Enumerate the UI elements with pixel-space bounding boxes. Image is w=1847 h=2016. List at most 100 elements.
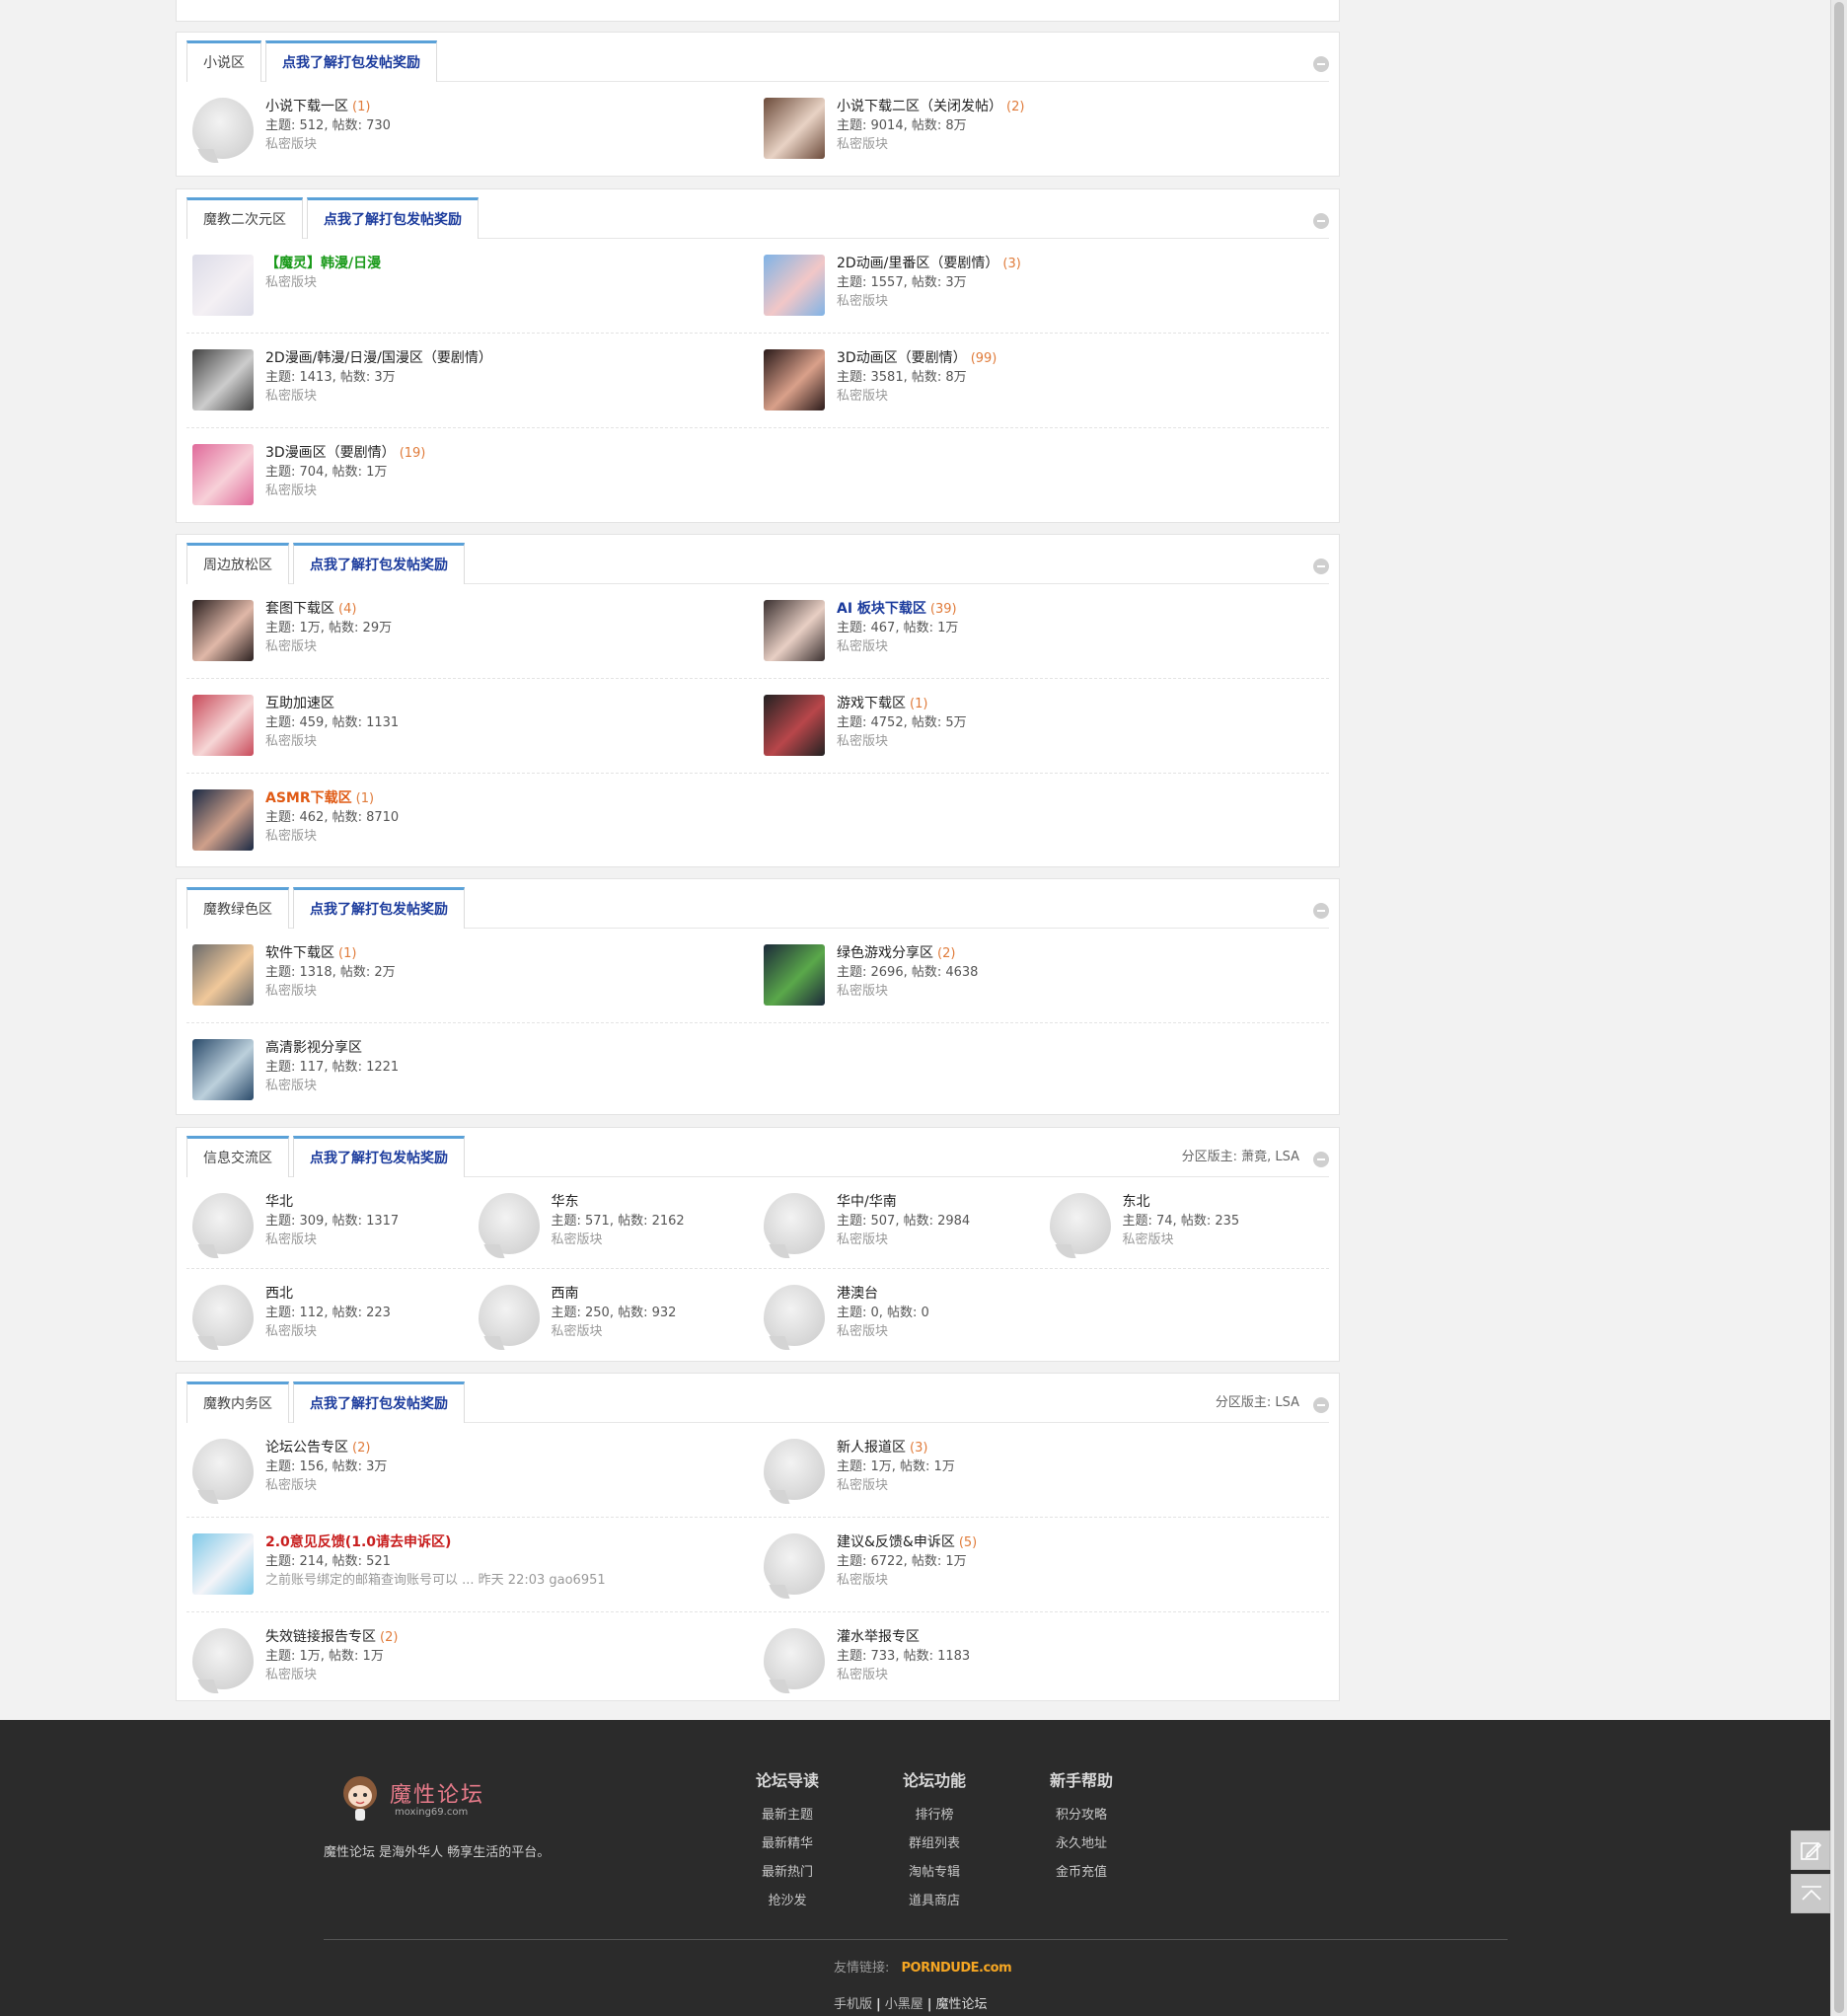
forum-avatar-icon[interactable] [192,695,254,756]
chat-bubble-icon[interactable] [192,1628,254,1689]
forum-name-text[interactable]: 2D动画/里番区（要剧情） [837,256,998,271]
forum-name[interactable]: 2.0意见反馈(1.0请去申诉区) [265,1533,606,1552]
promo-tab[interactable]: 点我了解打包发帖奖励 [293,543,465,584]
forum-name-text[interactable]: 小说下载一区 [265,99,348,114]
footer-link[interactable]: 群组列表 [880,1829,989,1858]
forum-name-text[interactable]: 3D漫画区（要剧情） [265,445,396,461]
forum-name-text[interactable]: 小说下载二区（关闭发帖） [837,99,1002,114]
chat-bubble-icon[interactable] [478,1193,540,1254]
forum-name-text[interactable]: 绿色游戏分享区 [837,945,933,961]
forum-avatar-icon[interactable] [192,789,254,851]
footer-link[interactable]: 道具商店 [880,1887,989,1915]
forum-avatar-icon[interactable] [764,349,825,411]
forum-name[interactable]: ASMR下载区 (1) [265,789,399,808]
collapse-minus-icon[interactable] [1313,1397,1329,1413]
forum-name-text[interactable]: 高清影视分享区 [265,1040,362,1056]
forum-avatar-icon[interactable] [764,98,825,159]
chat-bubble-icon[interactable] [764,1193,825,1254]
forum-name[interactable]: 建议&反馈&申诉区 (5) [837,1533,977,1552]
forum-name[interactable]: 游戏下载区 (1) [837,695,967,713]
forum-private-label[interactable]: 之前账号绑定的邮箱查询账号可以 ... 昨天 22:03 gao6951 [265,1571,606,1590]
forum-name[interactable]: 失效链接报告专区 (2) [265,1628,398,1647]
forum-name[interactable]: 东北 [1123,1193,1240,1212]
forum-name[interactable]: 软件下载区 (1) [265,944,396,963]
section-tab-title[interactable]: 周边放松区 [186,543,289,584]
forum-name-text[interactable]: 软件下载区 [265,945,334,961]
promo-tab[interactable]: 点我了解打包发帖奖励 [293,1136,465,1177]
forum-name[interactable]: 华东 [552,1193,685,1212]
section-tab-title[interactable]: 信息交流区 [186,1136,289,1177]
footer-link[interactable]: 最新主题 [733,1801,842,1829]
forum-name-text[interactable]: AI 板块下载区 [837,601,926,617]
collapse-minus-icon[interactable] [1313,56,1329,72]
section-tab-title[interactable]: 魔教二次元区 [186,197,303,239]
forum-name[interactable]: 港澳台 [837,1285,929,1304]
forum-name[interactable]: 2D漫画/韩漫/日漫/国漫区（要剧情） [265,349,492,368]
edit-post-button[interactable] [1791,1830,1830,1870]
chat-bubble-icon[interactable] [764,1439,825,1500]
forum-avatar-icon[interactable] [764,600,825,661]
collapse-minus-icon[interactable] [1313,559,1329,574]
forum-name[interactable]: 3D漫画区（要剧情） (19) [265,444,425,463]
forum-name-text[interactable]: 2D漫画/韩漫/日漫/国漫区（要剧情） [265,350,492,366]
forum-name-text[interactable]: 套图下载区 [265,601,334,617]
forum-name[interactable]: 小说下载一区 (1) [265,98,391,116]
forum-name[interactable]: 华北 [265,1193,399,1212]
forum-avatar-icon[interactable] [764,944,825,1006]
promo-tab[interactable]: 点我了解打包发帖奖励 [307,197,479,239]
footer-link[interactable]: 抢沙发 [733,1887,842,1915]
forum-name-text[interactable]: 东北 [1123,1194,1150,1210]
forum-avatar-icon[interactable] [192,349,254,411]
forum-name[interactable]: 【魔灵】韩漫/日漫 [265,255,381,273]
forum-name-text[interactable]: 游戏下载区 [837,696,906,711]
forum-name[interactable]: 华中/华南 [837,1193,970,1212]
forum-name-text[interactable]: 华中/华南 [837,1194,897,1210]
section-tab-title[interactable]: 魔教绿色区 [186,887,289,929]
chat-bubble-icon[interactable] [764,1533,825,1595]
mascot-logo-icon[interactable] [335,1771,385,1825]
collapse-minus-icon[interactable] [1313,1152,1329,1167]
footer-link[interactable]: 最新热门 [733,1858,842,1887]
forum-name[interactable]: 小说下载二区（关闭发帖） (2) [837,98,1024,116]
forum-name[interactable]: 西南 [552,1285,677,1304]
forum-avatar-icon[interactable] [192,255,254,316]
forum-name[interactable]: 绿色游戏分享区 (2) [837,944,978,963]
forum-name-text[interactable]: 论坛公告专区 [265,1440,348,1456]
footer-link[interactable]: 金币充值 [1027,1858,1136,1887]
forum-name-text[interactable]: 2.0意见反馈(1.0请去申诉区) [265,1534,451,1550]
forum-avatar-icon[interactable] [192,600,254,661]
back-to-top-button[interactable] [1791,1874,1830,1913]
forum-name[interactable]: 高清影视分享区 [265,1039,399,1058]
promo-tab[interactable]: 点我了解打包发帖奖励 [265,40,437,82]
forum-name[interactable]: 3D动画区（要剧情） (99) [837,349,997,368]
footer-link[interactable]: 最新精华 [733,1829,842,1858]
vertical-scrollbar[interactable] [1830,0,1847,2016]
scrollbar-thumb[interactable] [1834,2,1844,2013]
forum-name-text[interactable]: 灌水举报专区 [837,1629,920,1645]
blackroom-link[interactable]: 小黑屋 [885,1997,924,2012]
section-tab-title[interactable]: 小说区 [186,40,261,82]
forum-name[interactable]: AI 板块下载区 (39) [837,600,958,619]
forum-name-text[interactable]: 建议&反馈&申诉区 [837,1534,955,1550]
promo-tab[interactable]: 点我了解打包发帖奖励 [293,887,465,929]
footer-link[interactable]: 淘帖专辑 [880,1858,989,1887]
forum-name-text[interactable]: 西南 [552,1286,579,1302]
forum-avatar-icon[interactable] [192,1533,254,1595]
chat-bubble-icon[interactable] [764,1285,825,1346]
mobile-version-link[interactable]: 手机版 [834,1997,872,2012]
forum-name[interactable]: 互助加速区 [265,695,399,713]
chat-bubble-icon[interactable] [192,1193,254,1254]
forum-name[interactable]: 西北 [265,1285,391,1304]
forum-name-text[interactable]: 港澳台 [837,1286,878,1302]
chat-bubble-icon[interactable] [1049,1193,1111,1254]
chat-bubble-icon[interactable] [192,1439,254,1500]
chat-bubble-icon[interactable] [192,1285,254,1346]
forum-name[interactable]: 套图下载区 (4) [265,600,392,619]
forum-name-text[interactable]: 互助加速区 [265,696,334,711]
footer-link[interactable]: 永久地址 [1027,1829,1136,1858]
forum-name-text[interactable]: 华东 [552,1194,579,1210]
collapse-minus-icon[interactable] [1313,903,1329,919]
forum-name-text[interactable]: 【魔灵】韩漫/日漫 [265,256,381,271]
forum-name-text[interactable]: 失效链接报告专区 [265,1629,376,1645]
forum-avatar-icon[interactable] [192,944,254,1006]
